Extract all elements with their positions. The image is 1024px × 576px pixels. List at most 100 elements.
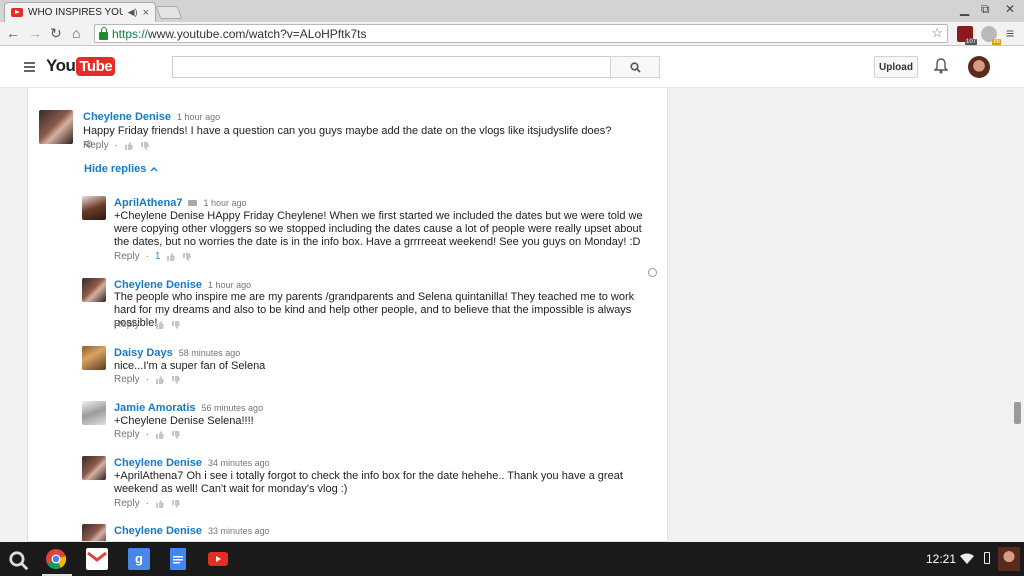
hide-replies-button[interactable]: Hide replies <box>84 163 158 175</box>
extension-badge: 107 <box>964 39 977 45</box>
thumbs-up-icon[interactable] <box>155 499 165 509</box>
separator-dot: · <box>114 140 118 151</box>
lock-icon <box>99 26 108 40</box>
comment-time[interactable]: 58 minutes ago <box>179 348 241 358</box>
avatar[interactable] <box>82 401 106 425</box>
comment-text: The people who inspire me are my parents… <box>114 291 635 329</box>
tab-strip: WHO INSPIRES YOU ◀) × ▁ ⧉ ✕ <box>0 0 1024 22</box>
user-avatar[interactable] <box>998 547 1020 571</box>
close-tab-icon[interactable]: × <box>143 7 149 19</box>
upload-button[interactable]: Upload <box>874 56 918 78</box>
comment-author[interactable]: Cheylene Denise <box>114 457 202 469</box>
comment-time[interactable]: 1 hour ago <box>203 198 246 208</box>
browser-tab[interactable]: WHO INSPIRES YOU ◀) × <box>4 2 156 22</box>
reply-button[interactable]: Reply <box>114 319 140 330</box>
back-icon[interactable]: ← <box>6 25 20 41</box>
reply-button[interactable]: Reply <box>114 429 140 440</box>
bookmark-star-icon[interactable]: ☆ <box>931 25 943 41</box>
comment-header: Daisy Days 58 minutes ago <box>114 347 240 359</box>
like-count: 1 <box>154 251 161 262</box>
system-clock[interactable]: 12:21 <box>926 552 956 566</box>
separator-dot: · <box>145 319 149 330</box>
maximize-icon[interactable]: ⧉ <box>981 2 990 17</box>
thumbs-down-icon[interactable] <box>171 430 181 440</box>
comment-author[interactable]: Cheylene Denise <box>114 525 202 537</box>
thumbs-down-icon[interactable] <box>140 141 150 151</box>
comment-actions: Reply · <box>114 374 181 385</box>
ublock-extension-icon[interactable]: 107 <box>957 26 977 45</box>
extension-icon[interactable]: 86 <box>981 26 1001 45</box>
comment-actions: Reply · <box>114 498 181 509</box>
comment-author[interactable]: Jamie Amoratis <box>114 402 196 414</box>
comment-options-icon[interactable] <box>648 268 657 277</box>
thumbs-down-icon[interactable] <box>171 375 181 385</box>
channel-badge-icon <box>188 200 198 206</box>
comment-text: Happy Friday friends! I have a question … <box>83 125 612 150</box>
comment-time[interactable]: 56 minutes ago <box>202 403 264 413</box>
comment-time[interactable]: 33 minutes ago <box>208 526 270 536</box>
thumbs-up-icon[interactable] <box>155 375 165 385</box>
avatar[interactable] <box>82 196 106 220</box>
comment-time[interactable]: 1 hour ago <box>208 280 251 290</box>
account-avatar[interactable] <box>968 56 990 78</box>
minimize-icon[interactable]: ▁ <box>960 2 969 16</box>
comment-text: +Cheylene Denise Selena!!!! <box>114 415 254 427</box>
comment-author[interactable]: AprilAthena7 <box>114 197 182 209</box>
comment-author[interactable]: Cheylene Denise <box>83 111 171 123</box>
search-input[interactable] <box>172 56 611 78</box>
google-docs-icon[interactable] <box>170 548 186 570</box>
address-bar[interactable]: https://www.youtube.com/watch?v=ALoHPftk… <box>94 24 948 43</box>
thumbs-down-icon[interactable] <box>182 252 192 262</box>
thumbs-down-icon[interactable] <box>171 499 181 509</box>
comment-time[interactable]: 1 hour ago <box>177 112 220 122</box>
browser-toolbar: ← → ↻ ⌂ https://www.youtube.com/watch?v=… <box>0 22 1024 46</box>
notifications-bell-icon[interactable] <box>934 58 948 74</box>
thumbs-down-icon[interactable] <box>171 320 181 330</box>
reply-button[interactable]: Reply <box>114 251 140 262</box>
chrome-menu-icon[interactable]: ≡ <box>1006 25 1014 41</box>
comment-time[interactable]: 34 minutes ago <box>208 458 270 468</box>
comments-panel: Cheylene Denise 1 hour ago Happy Friday … <box>27 88 668 542</box>
search-button[interactable] <box>610 56 660 78</box>
logo-tube: Tube <box>76 56 116 76</box>
launcher-search-icon[interactable] <box>8 550 30 572</box>
speaker-icon[interactable]: ◀) <box>128 7 138 18</box>
battery-icon[interactable] <box>984 552 990 564</box>
reload-icon[interactable]: ↻ <box>50 25 62 42</box>
system-shelf: g 12:21 <box>0 542 1024 576</box>
close-window-icon[interactable]: ✕ <box>1005 2 1015 16</box>
thumbs-up-icon[interactable] <box>166 252 176 262</box>
comment-header: AprilAthena7 1 hour ago <box>114 197 247 209</box>
home-icon[interactable]: ⌂ <box>72 25 80 41</box>
avatar[interactable] <box>39 110 73 144</box>
thumbs-up-icon[interactable] <box>155 430 165 440</box>
comment-header: Cheylene Denise 1 hour ago <box>114 279 251 291</box>
reply-button[interactable]: Reply <box>83 140 109 151</box>
page-scrollbar-thumb[interactable] <box>1014 402 1021 424</box>
reply-button[interactable]: Reply <box>114 374 140 385</box>
youtube-logo[interactable]: You Tube <box>46 56 116 76</box>
avatar[interactable] <box>82 524 106 541</box>
forward-icon[interactable]: → <box>28 25 42 41</box>
thumbs-up-icon[interactable] <box>155 320 165 330</box>
new-tab-button[interactable] <box>155 6 183 19</box>
youtube-app-icon[interactable] <box>208 552 228 566</box>
guide-menu-icon[interactable] <box>24 62 35 74</box>
gmail-icon[interactable] <box>86 548 108 570</box>
url-text: www.youtube.com/watch?v=ALoHPftk7ts <box>148 26 367 41</box>
extension-badge: 86 <box>992 39 1001 45</box>
google-search-icon[interactable]: g <box>128 548 150 570</box>
comment-header: Cheylene Denise 1 hour ago <box>83 111 220 123</box>
avatar[interactable] <box>82 278 106 302</box>
comment-author[interactable]: Daisy Days <box>114 347 173 359</box>
reply-button[interactable]: Reply <box>114 498 140 509</box>
wifi-icon[interactable] <box>960 553 974 564</box>
comment-author[interactable]: Cheylene Denise <box>114 279 202 291</box>
avatar[interactable] <box>82 456 106 480</box>
avatar[interactable] <box>82 346 106 370</box>
comment-header: Jamie Amoratis 56 minutes ago <box>114 402 263 414</box>
youtube-header: You Tube Upload <box>0 46 1024 88</box>
tab-title: WHO INSPIRES YOU <box>28 7 123 18</box>
chrome-icon[interactable] <box>45 548 67 570</box>
thumbs-up-icon[interactable] <box>124 141 134 151</box>
